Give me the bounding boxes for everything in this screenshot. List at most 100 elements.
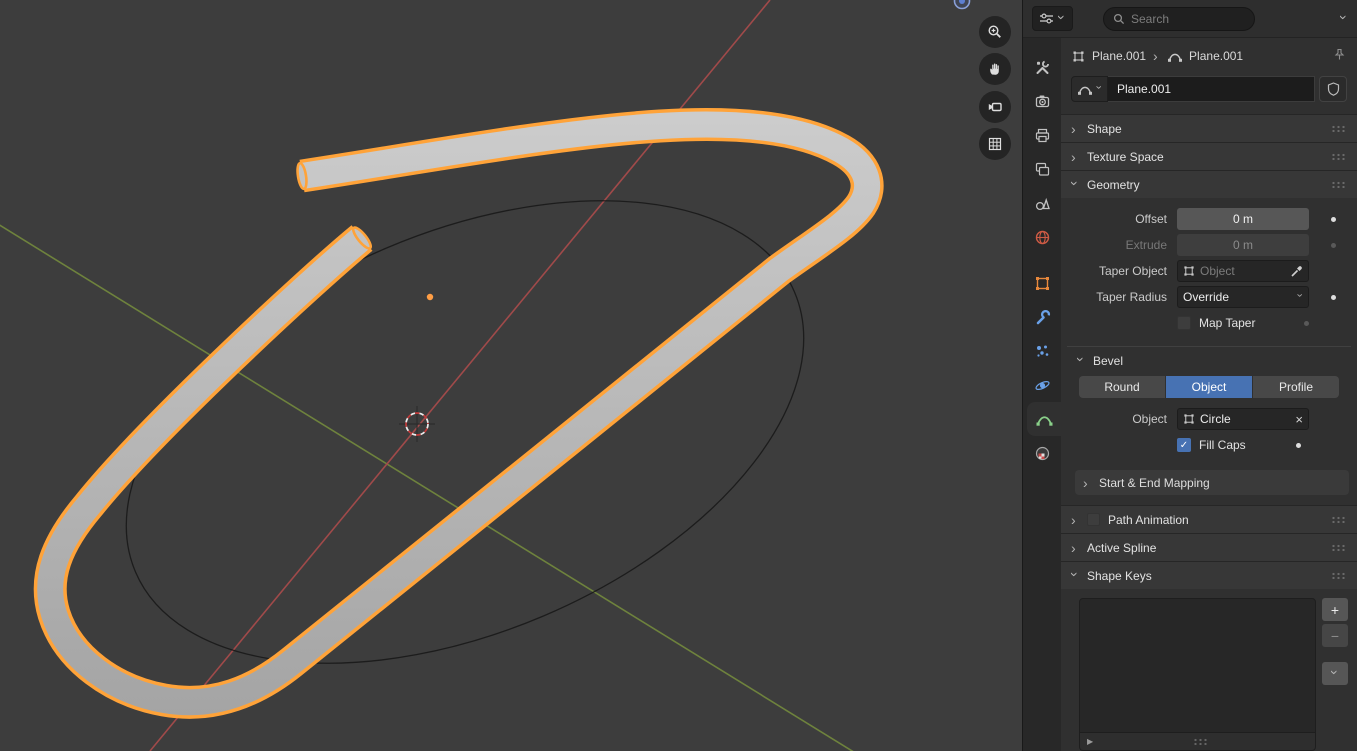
path-animation-checkbox[interactable] <box>1087 513 1100 526</box>
bevel-tab-profile[interactable]: Profile <box>1253 376 1339 398</box>
bevel-object-row: Object Circle × <box>1067 406 1351 432</box>
tab-modifiers[interactable] <box>1023 300 1061 334</box>
offset-value-field[interactable]: 0 m <box>1177 208 1309 230</box>
id-type-dropdown[interactable] <box>1071 76 1108 102</box>
datablock-name-field[interactable] <box>1108 76 1315 102</box>
viewport-background <box>0 0 1023 751</box>
bevel-type-tabs: Round Object Profile <box>1079 376 1339 398</box>
fill-caps-checkbox[interactable] <box>1177 438 1191 452</box>
map-taper-checkbox[interactable] <box>1177 316 1191 330</box>
pin-id-button[interactable] <box>1333 48 1346 64</box>
navigation-gizmo[interactable] <box>950 0 974 12</box>
animate-dot[interactable] <box>1309 243 1357 248</box>
chevron-right-icon <box>1071 513 1079 527</box>
geometry-panel-content: Offset 0 m Extrude 0 m Taper Object <box>1061 198 1357 505</box>
material-icon <box>1034 445 1051 462</box>
eyedropper-icon[interactable] <box>1290 265 1303 278</box>
panel-drag-grip[interactable] <box>1331 181 1347 188</box>
3d-viewport[interactable] <box>0 0 1023 751</box>
tool-icon <box>1034 59 1051 76</box>
panel-drag-grip[interactable] <box>1331 544 1347 551</box>
tab-particles[interactable] <box>1023 334 1061 368</box>
breadcrumb-data-name[interactable]: Plane.001 <box>1189 49 1243 63</box>
panel-drag-grip[interactable] <box>1331 572 1347 579</box>
panel-title: Shape Keys <box>1087 569 1152 583</box>
shape-keys-list[interactable] <box>1079 598 1316 751</box>
chevron-down-icon <box>1068 181 1082 189</box>
extrude-row: Extrude 0 m <box>1061 232 1357 258</box>
subpanel-title: Bevel <box>1093 354 1123 368</box>
search-box[interactable] <box>1103 7 1255 31</box>
curve-icon <box>1078 83 1092 95</box>
panel-header-active-spline[interactable]: Active Spline <box>1061 533 1357 561</box>
panel-drag-grip[interactable] <box>1331 153 1347 160</box>
tab-physics[interactable] <box>1023 368 1061 402</box>
camera-view-button[interactable] <box>979 91 1011 123</box>
bevel-tab-object[interactable]: Object <box>1166 376 1252 398</box>
tab-object-properties[interactable] <box>1023 266 1061 300</box>
panel-header-shape[interactable]: Shape <box>1061 114 1357 142</box>
taper-object-label: Taper Object <box>1061 264 1167 278</box>
panel-header-texture-space[interactable]: Texture Space <box>1061 142 1357 170</box>
shape-keys-content <box>1061 589 1357 751</box>
object-icon <box>1183 413 1195 425</box>
panel-drag-grip[interactable] <box>1331 125 1347 132</box>
list-resize-grip[interactable] <box>1193 738 1209 745</box>
taper-radius-value: Override <box>1183 290 1290 304</box>
editor-type-selector[interactable] <box>1032 6 1073 31</box>
zoom-in-button[interactable] <box>979 16 1011 48</box>
add-shape-key-button[interactable] <box>1322 598 1348 621</box>
fake-user-button[interactable] <box>1319 76 1347 102</box>
taper-object-field[interactable]: Object <box>1177 260 1309 282</box>
tab-object-data[interactable] <box>1027 402 1061 436</box>
extrude-value-field[interactable]: 0 m <box>1177 234 1309 256</box>
fill-caps-row: Fill Caps <box>1067 432 1351 458</box>
taper-radius-row: Taper Radius Override <box>1061 284 1357 310</box>
grid-icon <box>987 136 1003 152</box>
header-menu-chevron-icon[interactable] <box>1337 15 1351 23</box>
viewport-canvas[interactable] <box>0 0 1023 751</box>
move-view-button[interactable] <box>979 53 1011 85</box>
bevel-object-value: Circle <box>1200 412 1290 426</box>
taper-radius-dropdown[interactable]: Override <box>1177 286 1309 308</box>
shield-icon <box>1327 82 1340 96</box>
breadcrumb-object-name[interactable]: Plane.001 <box>1092 49 1146 63</box>
tab-scene[interactable] <box>1023 186 1061 220</box>
tab-material[interactable] <box>1023 436 1061 470</box>
tab-world[interactable] <box>1023 220 1061 254</box>
render-icon <box>1034 93 1051 110</box>
chevron-down-icon <box>1055 15 1069 23</box>
remove-shape-key-button[interactable] <box>1322 624 1348 647</box>
chevron-down-icon <box>1068 572 1082 580</box>
panel-title: Active Spline <box>1087 541 1156 555</box>
tab-view-layer[interactable] <box>1023 152 1061 186</box>
chevron-down-icon <box>1092 85 1103 93</box>
animate-dot[interactable] <box>1255 321 1357 326</box>
tab-output[interactable] <box>1023 118 1061 152</box>
panel-title: Path Animation <box>1108 513 1189 527</box>
panel-header-path-animation[interactable]: Path Animation <box>1061 505 1357 533</box>
scene-icon <box>1034 195 1051 212</box>
bevel-subpanel: Bevel Round Object Profile Object <box>1067 346 1351 458</box>
shape-key-specials-button[interactable] <box>1322 662 1348 685</box>
toggle-projection-button[interactable] <box>979 128 1011 160</box>
tab-tool[interactable] <box>1023 50 1061 84</box>
panel-header-geometry[interactable]: Geometry <box>1061 170 1357 198</box>
panel-drag-grip[interactable] <box>1331 516 1347 523</box>
bevel-tab-round[interactable]: Round <box>1079 376 1165 398</box>
breadcrumb: Plane.001 Plane.001 <box>1061 38 1357 74</box>
panel-header-shape-keys[interactable]: Shape Keys <box>1061 561 1357 589</box>
expand-filter-icon[interactable] <box>1087 737 1093 746</box>
animate-dot[interactable] <box>1309 295 1357 300</box>
animate-dot[interactable] <box>1309 217 1357 222</box>
start-end-mapping-subpanel-header[interactable]: Start & End Mapping <box>1075 470 1349 495</box>
bevel-subpanel-header[interactable]: Bevel <box>1067 354 1351 375</box>
tab-render[interactable] <box>1023 84 1061 118</box>
physics-icon <box>1034 377 1051 394</box>
search-input[interactable] <box>1131 12 1245 26</box>
properties-main: Plane.001 Plane.001 <box>1061 38 1357 751</box>
bevel-object-field[interactable]: Circle × <box>1177 408 1309 430</box>
clear-object-button[interactable]: × <box>1295 413 1303 426</box>
taper-object-placeholder: Object <box>1200 264 1285 278</box>
animate-dot[interactable] <box>1246 443 1351 448</box>
